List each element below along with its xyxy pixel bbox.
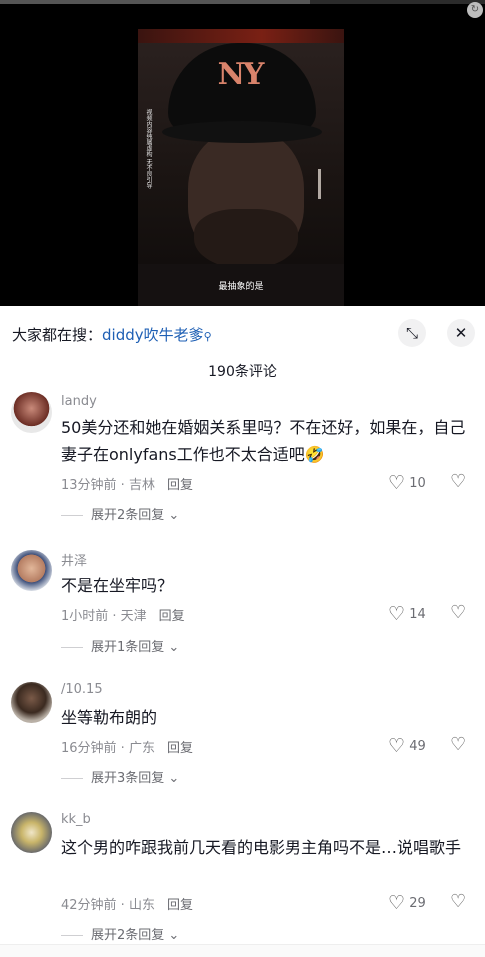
close-icon: ✕ [454, 324, 468, 342]
comment-text: 这个男的咋跟我前几天看的电影男主角吗不是…说唱歌手 [61, 838, 462, 857]
comment-time-location: 1小时前 · 天津 [61, 609, 147, 624]
expand-replies-label: 展开2条回复 [91, 508, 165, 523]
expand-replies[interactable]: 展开1条回复 ⌄ [61, 636, 179, 655]
reply-button[interactable]: 回复 [167, 478, 193, 493]
comment-time-location: 16分钟前 · 广东 [61, 741, 155, 756]
expand-replies-label: 展开3条回复 [91, 771, 165, 786]
comment-username[interactable]: /10.15 [61, 682, 103, 697]
comment-meta: 13分钟前 · 吉林 回复 [61, 474, 193, 493]
avatar[interactable] [11, 682, 52, 723]
close-button[interactable]: ✕ [447, 319, 475, 347]
collapse-icon: ⤡ [405, 324, 418, 342]
comment-text: 50美分还和她在婚姻关系里吗？不在还好，如果在，自己妻子在onlyfans工作也… [61, 418, 466, 464]
chevron-down-icon: ⌄ [168, 508, 180, 523]
avatar[interactable] [11, 812, 52, 853]
like-count: 29 [409, 896, 426, 911]
expand-replies-label: 展开2条回复 [91, 928, 165, 943]
chevron-down-icon: ⌄ [168, 640, 180, 655]
heart-icon: ♡ [388, 603, 406, 625]
search-keyword[interactable]: diddy吹牛老爹 [102, 326, 204, 344]
chevron-down-icon: ⌄ [168, 928, 180, 943]
bottom-input-bar[interactable] [0, 944, 485, 957]
like-count: 14 [409, 607, 426, 622]
video-disclaimer: 视频内容纯属虚构 无不良引导 [145, 109, 152, 189]
expand-replies[interactable]: 展开3条回复 ⌄ [61, 767, 179, 786]
video-subtitle: 最抽象的是 [218, 282, 264, 292]
dislike-icon[interactable]: ♡ [450, 471, 466, 492]
heart-icon: ♡ [388, 735, 406, 757]
comment-text: 坐等勒布朗的 [61, 708, 158, 727]
dislike-icon[interactable]: ♡ [450, 891, 466, 912]
comment-time-location: 13分钟前 · 吉林 [61, 478, 155, 493]
heart-icon: ♡ [388, 892, 406, 914]
reply-button[interactable]: 回复 [159, 609, 185, 624]
video-progress-bar[interactable] [0, 0, 485, 4]
avatar[interactable] [11, 550, 52, 591]
video-frame: NY 视频内容纯属虚构 无不良引导 最抽象的是 [138, 29, 344, 306]
cap-logo: NY [217, 57, 265, 92]
like-count: 49 [409, 739, 426, 754]
search-prefix: 大家都在搜： [12, 326, 103, 344]
comment-meta: 42分钟前 · 山东 回复 [61, 894, 193, 913]
heart-icon: ♡ [388, 472, 406, 494]
dislike-icon[interactable]: ♡ [450, 602, 466, 623]
comment-username[interactable]: kk_b [61, 812, 91, 827]
expand-replies[interactable]: 展开2条回复 ⌄ [61, 924, 179, 943]
avatar[interactable] [11, 392, 52, 433]
chevron-down-icon: ⌄ [168, 771, 180, 786]
like-count: 10 [409, 476, 426, 491]
search-icon[interactable]: ⚲ [204, 330, 212, 343]
comment-text: 不是在坐牢吗？ [61, 576, 174, 595]
search-suggestion[interactable]: 大家都在搜：diddy吹牛老爹⚲ [12, 324, 212, 345]
comment-username[interactable]: 井泽 [61, 550, 87, 569]
like-button[interactable]: ♡ 29 [388, 892, 426, 914]
video-player[interactable]: ↻ NY 视频内容纯属虚构 无不良引导 最抽象的是 [0, 0, 485, 306]
like-button[interactable]: ♡ 14 [388, 603, 426, 625]
expand-replies[interactable]: 展开2条回复 ⌄ [61, 504, 179, 523]
expand-replies-label: 展开1条回复 [91, 640, 165, 655]
comment-meta: 16分钟前 · 广东 回复 [61, 737, 193, 756]
reply-button[interactable]: 回复 [167, 898, 193, 913]
reply-button[interactable]: 回复 [167, 741, 193, 756]
comment-time-location: 42分钟前 · 山东 [61, 898, 155, 913]
like-button[interactable]: ♡ 49 [388, 735, 426, 757]
refresh-icon[interactable]: ↻ [467, 2, 483, 18]
comment-username[interactable]: landy [61, 394, 97, 409]
dislike-icon[interactable]: ♡ [450, 734, 466, 755]
like-button[interactable]: ♡ 10 [388, 472, 426, 494]
fullscreen-button[interactable]: ⤡ [398, 319, 426, 347]
comment-meta: 1小时前 · 天津 回复 [61, 605, 185, 624]
comment-count: 190条评论 [208, 364, 277, 380]
